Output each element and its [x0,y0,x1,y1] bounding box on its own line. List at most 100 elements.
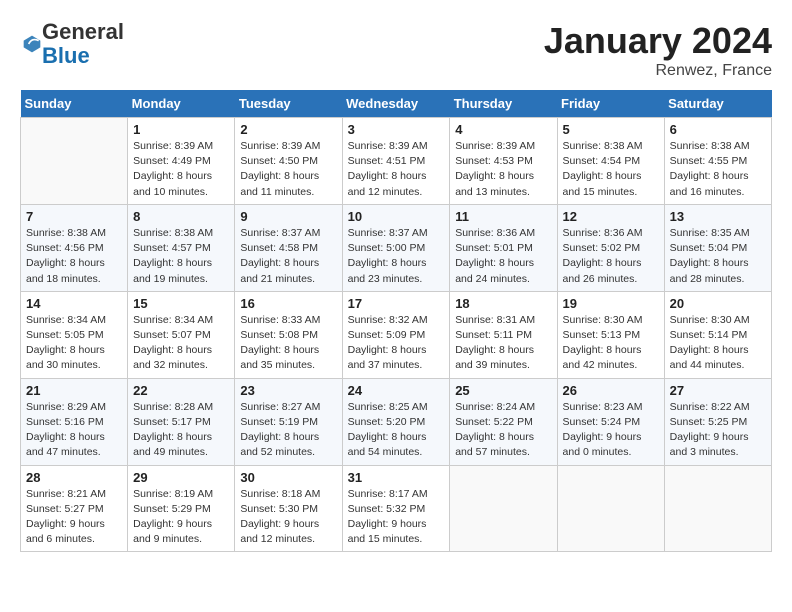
day-number: 28 [26,470,122,485]
calendar-cell: 22 Sunrise: 8:28 AMSunset: 5:17 PMDayligh… [128,378,235,465]
day-number: 5 [563,122,659,137]
day-info: Sunrise: 8:39 AMSunset: 4:50 PMDaylight:… [240,139,336,200]
day-info: Sunrise: 8:35 AMSunset: 5:04 PMDaylight:… [670,226,766,287]
calendar-cell: 2 Sunrise: 8:39 AMSunset: 4:50 PMDaylight… [235,118,342,205]
day-info: Sunrise: 8:37 AMSunset: 5:00 PMDaylight:… [348,226,445,287]
day-number: 24 [348,383,445,398]
day-number: 10 [348,209,445,224]
calendar-cell: 3 Sunrise: 8:39 AMSunset: 4:51 PMDaylight… [342,118,450,205]
day-number: 15 [133,296,229,311]
calendar-cell: 10 Sunrise: 8:37 AMSunset: 5:00 PMDayligh… [342,204,450,291]
day-info: Sunrise: 8:34 AMSunset: 5:07 PMDaylight:… [133,313,229,374]
day-number: 11 [455,209,551,224]
day-info: Sunrise: 8:30 AMSunset: 5:13 PMDaylight:… [563,313,659,374]
calendar-cell: 27 Sunrise: 8:22 AMSunset: 5:25 PMDayligh… [664,378,771,465]
day-number: 21 [26,383,122,398]
day-number: 13 [670,209,766,224]
day-number: 1 [133,122,229,137]
day-info: Sunrise: 8:34 AMSunset: 5:05 PMDaylight:… [26,313,122,374]
day-number: 26 [563,383,659,398]
calendar-cell [557,465,664,552]
day-info: Sunrise: 8:28 AMSunset: 5:17 PMDaylight:… [133,400,229,461]
calendar-cell: 31 Sunrise: 8:17 AMSunset: 5:32 PMDayligh… [342,465,450,552]
day-number: 23 [240,383,336,398]
day-info: Sunrise: 8:38 AMSunset: 4:55 PMDaylight:… [670,139,766,200]
calendar-cell: 28 Sunrise: 8:21 AMSunset: 5:27 PMDayligh… [21,465,128,552]
day-info: Sunrise: 8:17 AMSunset: 5:32 PMDaylight:… [348,487,445,548]
day-number: 12 [563,209,659,224]
day-number: 4 [455,122,551,137]
calendar-cell: 8Sunrise: 8:38 AMSunset: 4:57 PMDaylight… [128,204,235,291]
calendar-cell: 6 Sunrise: 8:38 AMSunset: 4:55 PMDaylight… [664,118,771,205]
day-info: Sunrise: 8:23 AMSunset: 5:24 PMDaylight:… [563,400,659,461]
day-info: Sunrise: 8:21 AMSunset: 5:27 PMDaylight:… [26,487,122,548]
day-number: 2 [240,122,336,137]
calendar-cell: 30 Sunrise: 8:18 AMSunset: 5:30 PMDayligh… [235,465,342,552]
calendar-week-row: 21 Sunrise: 8:29 AMSunset: 5:16 PMDayligh… [21,378,772,465]
day-info: Sunrise: 8:33 AMSunset: 5:08 PMDaylight:… [240,313,336,374]
calendar-cell: 7 Sunrise: 8:38 AMSunset: 4:56 PMDaylight… [21,204,128,291]
day-info: Sunrise: 8:22 AMSunset: 5:25 PMDaylight:… [670,400,766,461]
day-number: 6 [670,122,766,137]
calendar-cell: 1 Sunrise: 8:39 AMSunset: 4:49 PMDaylight… [128,118,235,205]
logo: General Blue [20,20,124,68]
day-number: 20 [670,296,766,311]
calendar-cell: 18 Sunrise: 8:31 AMSunset: 5:11 PMDayligh… [450,291,557,378]
weekday-header: Saturday [664,90,771,118]
day-number: 3 [348,122,445,137]
calendar-cell: 25 Sunrise: 8:24 AMSunset: 5:22 PMDayligh… [450,378,557,465]
day-info: Sunrise: 8:36 AMSunset: 5:02 PMDaylight:… [563,226,659,287]
day-number: 8 [133,209,229,224]
calendar-week-row: 28 Sunrise: 8:21 AMSunset: 5:27 PMDayligh… [21,465,772,552]
day-number: 25 [455,383,551,398]
day-info: Sunrise: 8:25 AMSunset: 5:20 PMDaylight:… [348,400,445,461]
day-info: Sunrise: 8:31 AMSunset: 5:11 PMDaylight:… [455,313,551,374]
calendar-cell: 23 Sunrise: 8:27 AMSunset: 5:19 PMDayligh… [235,378,342,465]
calendar-cell: 20Sunrise: 8:30 AMSunset: 5:14 PMDayligh… [664,291,771,378]
day-info: Sunrise: 8:29 AMSunset: 5:16 PMDaylight:… [26,400,122,461]
day-info: Sunrise: 8:38 AMSunset: 4:56 PMDaylight:… [26,226,122,287]
day-number: 22 [133,383,229,398]
day-info: Sunrise: 8:32 AMSunset: 5:09 PMDaylight:… [348,313,445,374]
day-info: Sunrise: 8:36 AMSunset: 5:01 PMDaylight:… [455,226,551,287]
day-number: 16 [240,296,336,311]
weekday-header: Monday [128,90,235,118]
day-info: Sunrise: 8:39 AMSunset: 4:49 PMDaylight:… [133,139,229,200]
logo-icon [22,34,42,54]
day-info: Sunrise: 8:19 AMSunset: 5:29 PMDaylight:… [133,487,229,548]
calendar-cell: 14Sunrise: 8:34 AMSunset: 5:05 PMDayligh… [21,291,128,378]
day-number: 29 [133,470,229,485]
day-info: Sunrise: 8:38 AMSunset: 4:54 PMDaylight:… [563,139,659,200]
day-number: 9 [240,209,336,224]
calendar-week-row: 14Sunrise: 8:34 AMSunset: 5:05 PMDayligh… [21,291,772,378]
day-info: Sunrise: 8:18 AMSunset: 5:30 PMDaylight:… [240,487,336,548]
weekday-header: Sunday [21,90,128,118]
day-number: 27 [670,383,766,398]
calendar-cell: 4 Sunrise: 8:39 AMSunset: 4:53 PMDaylight… [450,118,557,205]
day-info: Sunrise: 8:24 AMSunset: 5:22 PMDaylight:… [455,400,551,461]
month-title: January 2024 [544,20,772,62]
calendar-cell: 17Sunrise: 8:32 AMSunset: 5:09 PMDayligh… [342,291,450,378]
day-number: 30 [240,470,336,485]
calendar-cell: 21 Sunrise: 8:29 AMSunset: 5:16 PMDayligh… [21,378,128,465]
calendar-cell: 15 Sunrise: 8:34 AMSunset: 5:07 PMDayligh… [128,291,235,378]
day-number: 19 [563,296,659,311]
calendar-cell: 13 Sunrise: 8:35 AMSunset: 5:04 PMDayligh… [664,204,771,291]
day-number: 31 [348,470,445,485]
weekday-header: Friday [557,90,664,118]
calendar-cell [450,465,557,552]
day-number: 18 [455,296,551,311]
weekday-header: Thursday [450,90,557,118]
day-info: Sunrise: 8:27 AMSunset: 5:19 PMDaylight:… [240,400,336,461]
calendar-week-row: 7 Sunrise: 8:38 AMSunset: 4:56 PMDaylight… [21,204,772,291]
day-info: Sunrise: 8:39 AMSunset: 4:53 PMDaylight:… [455,139,551,200]
day-info: Sunrise: 8:39 AMSunset: 4:51 PMDaylight:… [348,139,445,200]
calendar-cell: 19 Sunrise: 8:30 AMSunset: 5:13 PMDayligh… [557,291,664,378]
calendar-cell: 12 Sunrise: 8:36 AMSunset: 5:02 PMDayligh… [557,204,664,291]
weekday-header-row: SundayMondayTuesdayWednesdayThursdayFrid… [21,90,772,118]
day-number: 7 [26,209,122,224]
calendar-cell: 11 Sunrise: 8:36 AMSunset: 5:01 PMDayligh… [450,204,557,291]
title-block: January 2024 Renwez, France [544,20,772,80]
calendar-cell: 16 Sunrise: 8:33 AMSunset: 5:08 PMDayligh… [235,291,342,378]
calendar-cell: 29 Sunrise: 8:19 AMSunset: 5:29 PMDayligh… [128,465,235,552]
